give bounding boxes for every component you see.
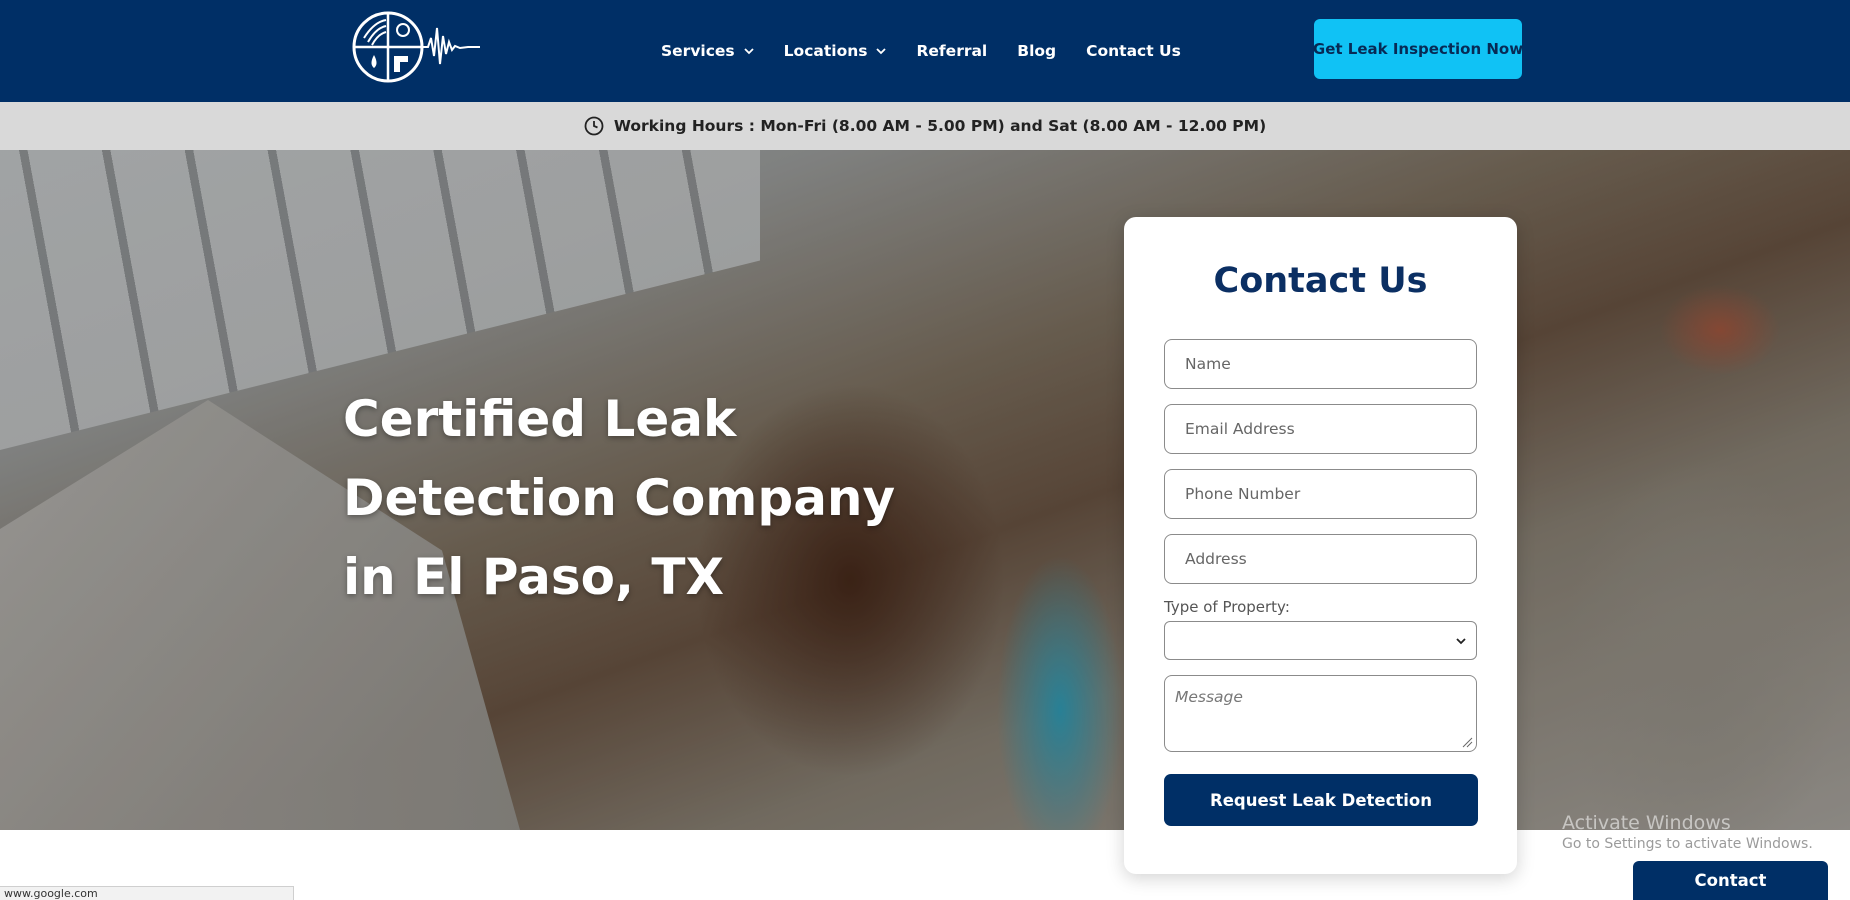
- clock-icon: [584, 116, 604, 136]
- watermark-subtitle: Go to Settings to activate Windows.: [1562, 836, 1813, 852]
- nav-referral[interactable]: Referral: [916, 42, 987, 60]
- nav-locations[interactable]: Locations: [784, 42, 887, 60]
- form-title: Contact Us: [1213, 261, 1428, 301]
- nav-locations-label: Locations: [783, 42, 868, 60]
- hero-title-line3: in El Paso, TX: [343, 548, 725, 606]
- working-hours-text: Working Hours : Mon-Fri (8.00 AM - 5.00 …: [613, 117, 1267, 135]
- working-hours-bar: Working Hours : Mon-Fri (8.00 AM - 5.00 …: [0, 102, 1850, 150]
- hero-title-line1: Certified Leak: [343, 390, 737, 448]
- message-field[interactable]: Message: [1164, 675, 1477, 752]
- nav-blog-label: Blog: [1017, 42, 1057, 60]
- floating-contact-button[interactable]: Contact: [1633, 861, 1828, 900]
- chevron-down-icon: [876, 48, 887, 55]
- hero-title: Certified Leak Detection Company in El P…: [343, 380, 903, 617]
- phone-placeholder: Phone Number: [1185, 485, 1301, 503]
- windows-activation-watermark: Activate Windows Go to Settings to activ…: [1562, 812, 1813, 852]
- hero-title-line2: Detection Company: [343, 469, 896, 527]
- nav-contact-us-label: Contact Us: [1086, 42, 1181, 60]
- property-type-label: Type of Property:: [1164, 598, 1290, 616]
- request-leak-detection-button[interactable]: Request Leak Detection: [1164, 774, 1478, 826]
- get-leak-inspection-button[interactable]: Get Leak Inspection Now: [1313, 19, 1523, 79]
- message-placeholder: Message: [1175, 688, 1243, 706]
- company-logo[interactable]: [350, 8, 482, 86]
- nav-services-label: Services: [661, 42, 735, 60]
- email-placeholder: Email Address: [1185, 420, 1295, 438]
- address-placeholder: Address: [1185, 550, 1247, 568]
- name-field[interactable]: Name: [1164, 339, 1477, 389]
- chevron-down-icon: [744, 48, 754, 55]
- main-nav: Services Locations Referral Blog Contact…: [661, 0, 1211, 102]
- nav-referral-label: Referral: [916, 42, 988, 60]
- address-field[interactable]: Address: [1164, 534, 1477, 584]
- hero-section: Certified Leak Detection Company in El P…: [0, 150, 1850, 830]
- name-placeholder: Name: [1185, 355, 1231, 373]
- phone-field[interactable]: Phone Number: [1164, 469, 1477, 519]
- watermark-title: Activate Windows: [1562, 812, 1731, 834]
- nav-blog[interactable]: Blog: [1017, 42, 1056, 60]
- property-type-select[interactable]: [1164, 621, 1477, 660]
- resize-grip-icon[interactable]: [1461, 736, 1473, 748]
- chevron-down-icon: [1456, 638, 1466, 645]
- status-bar-url: www.google.com: [0, 886, 294, 900]
- contact-form-card: Contact Us Name Email Address Phone Numb…: [1124, 217, 1517, 874]
- nav-services[interactable]: Services: [661, 42, 754, 60]
- site-header: Services Locations Referral Blog Contact…: [0, 0, 1850, 102]
- email-field[interactable]: Email Address: [1164, 404, 1477, 454]
- nav-contact-us[interactable]: Contact Us: [1086, 42, 1181, 60]
